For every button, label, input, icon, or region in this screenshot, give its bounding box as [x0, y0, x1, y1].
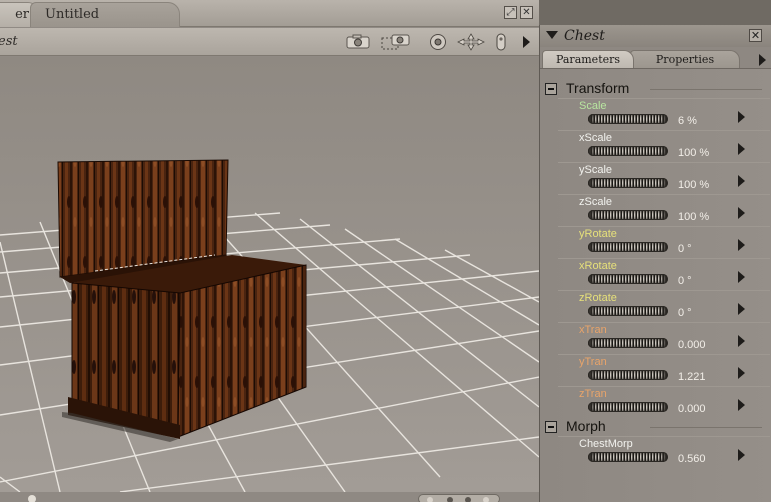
- group-divider: [650, 427, 762, 428]
- tab-properties[interactable]: Properties: [630, 50, 740, 68]
- parameter-dial[interactable]: [588, 338, 668, 348]
- param-menu-arrow-icon[interactable]: [738, 335, 745, 347]
- param-menu-arrow-icon[interactable]: [738, 449, 745, 461]
- viewport-mode-buttons[interactable]: [418, 494, 500, 502]
- group-divider: [650, 89, 762, 90]
- param-name: zTran: [579, 388, 607, 400]
- param-row-ytran[interactable]: yTran 1.221: [558, 354, 770, 386]
- tab-untitled[interactable]: Untitled: [30, 2, 180, 27]
- param-value[interactable]: 0.000: [678, 403, 706, 415]
- param-name: zRotate: [579, 292, 617, 304]
- param-row-chestmorp[interactable]: ChestMorp 0.560: [558, 436, 770, 468]
- document-tab-bar: er Untitled ⤢ ✕: [0, 0, 539, 27]
- camera-target-icon[interactable]: [380, 33, 412, 51]
- param-menu-arrow-icon[interactable]: [738, 399, 745, 411]
- orbit-trackball-icon[interactable]: [428, 33, 448, 51]
- param-name: yTran: [579, 356, 607, 368]
- param-name: zScale: [579, 196, 613, 208]
- collapse-minus-icon[interactable]: [545, 83, 557, 95]
- param-menu-arrow-icon[interactable]: [738, 111, 745, 123]
- param-name: yScale: [579, 164, 613, 176]
- param-row-xscale[interactable]: xScale 100 %: [558, 130, 770, 162]
- param-menu-arrow-icon[interactable]: [738, 143, 745, 155]
- parameter-dial[interactable]: [588, 178, 668, 188]
- param-name: yRotate: [579, 228, 617, 240]
- param-name: xRotate: [579, 260, 617, 272]
- parameter-dial[interactable]: [588, 242, 668, 252]
- param-menu-arrow-icon[interactable]: [738, 239, 745, 251]
- mode-dot-icon[interactable]: [465, 497, 471, 502]
- maximize-button[interactable]: ⤢: [504, 6, 517, 19]
- mode-dot-icon[interactable]: [427, 497, 433, 502]
- 3d-scene-view[interactable]: [0, 57, 539, 492]
- param-value[interactable]: 1.221: [678, 371, 706, 383]
- param-value[interactable]: 0 °: [678, 243, 692, 255]
- toolbar-more-arrow-icon[interactable]: [521, 33, 531, 51]
- viewport-toolbar: est: [0, 28, 539, 56]
- param-menu-arrow-icon[interactable]: [738, 175, 745, 187]
- param-name: xScale: [579, 132, 613, 144]
- param-value[interactable]: 100 %: [678, 147, 709, 159]
- panel-header: Chest ✕: [540, 25, 771, 47]
- param-menu-arrow-icon[interactable]: [738, 207, 745, 219]
- panel-tab-bar: Properties Parameters: [540, 48, 771, 68]
- param-row-yrotate[interactable]: yRotate 0 °: [558, 226, 770, 258]
- param-menu-arrow-icon[interactable]: [738, 367, 745, 379]
- parameter-dial[interactable]: [588, 146, 668, 156]
- parameter-dial[interactable]: [588, 114, 668, 124]
- parameter-dial[interactable]: [588, 306, 668, 316]
- panel-close-button[interactable]: ✕: [749, 29, 762, 42]
- parameter-dial[interactable]: [588, 370, 668, 380]
- mode-dot-icon[interactable]: [447, 497, 453, 502]
- param-row-zrotate[interactable]: zRotate 0 °: [558, 290, 770, 322]
- param-row-yscale[interactable]: yScale 100 %: [558, 162, 770, 194]
- collapse-minus-icon[interactable]: [545, 421, 557, 433]
- param-row-zscale[interactable]: zScale 100 %: [558, 194, 770, 226]
- parameter-dial[interactable]: [588, 274, 668, 284]
- param-value[interactable]: 0 °: [678, 307, 692, 319]
- param-value[interactable]: 100 %: [678, 179, 709, 191]
- tab-parameters[interactable]: Parameters: [542, 50, 634, 68]
- param-row-scale[interactable]: Scale 6 %: [558, 98, 770, 130]
- light-control-icon[interactable]: [28, 495, 36, 502]
- param-name: ChestMorp: [579, 438, 633, 450]
- param-value[interactable]: 0.000: [678, 339, 706, 351]
- parameter-dial[interactable]: [588, 210, 668, 220]
- panel-title: Chest: [564, 28, 605, 44]
- param-row-xrotate[interactable]: xRotate 0 °: [558, 258, 770, 290]
- parameter-dial[interactable]: [588, 452, 668, 462]
- param-row-ztran[interactable]: zTran 0.000: [558, 386, 770, 418]
- param-menu-arrow-icon[interactable]: [738, 271, 745, 283]
- param-value[interactable]: 0.560: [678, 453, 706, 465]
- camera-icon[interactable]: [344, 33, 372, 51]
- param-row-xtran[interactable]: xTran 0.000: [558, 322, 770, 354]
- scale-hand-icon[interactable]: [494, 33, 508, 51]
- group-label: Morph: [566, 418, 606, 434]
- mode-dot-icon[interactable]: [483, 497, 489, 502]
- group-label: Transform: [566, 80, 630, 96]
- param-value[interactable]: 100 %: [678, 211, 709, 223]
- move-cross-icon[interactable]: [456, 33, 486, 51]
- viewport-bottom-strip: [0, 492, 539, 502]
- viewport-window: er Untitled ⤢ ✕ est: [0, 0, 539, 502]
- panel-menu-arrow-icon[interactable]: [759, 54, 766, 66]
- param-name: xTran: [579, 324, 607, 336]
- param-menu-arrow-icon[interactable]: [738, 303, 745, 315]
- param-name: Scale: [579, 100, 607, 112]
- param-value[interactable]: 0 °: [678, 275, 692, 287]
- viewport-title: est: [0, 34, 18, 49]
- panel-collapse-arrow-icon[interactable]: [546, 31, 558, 39]
- param-value[interactable]: 6 %: [678, 115, 697, 127]
- parameters-panel: Chest ✕ Properties Parameters Transform …: [539, 25, 771, 502]
- close-button[interactable]: ✕: [520, 6, 533, 19]
- parameter-dial[interactable]: [588, 402, 668, 412]
- parameter-list: Transform Scale 6 % xScale 100 % yScale …: [540, 68, 771, 502]
